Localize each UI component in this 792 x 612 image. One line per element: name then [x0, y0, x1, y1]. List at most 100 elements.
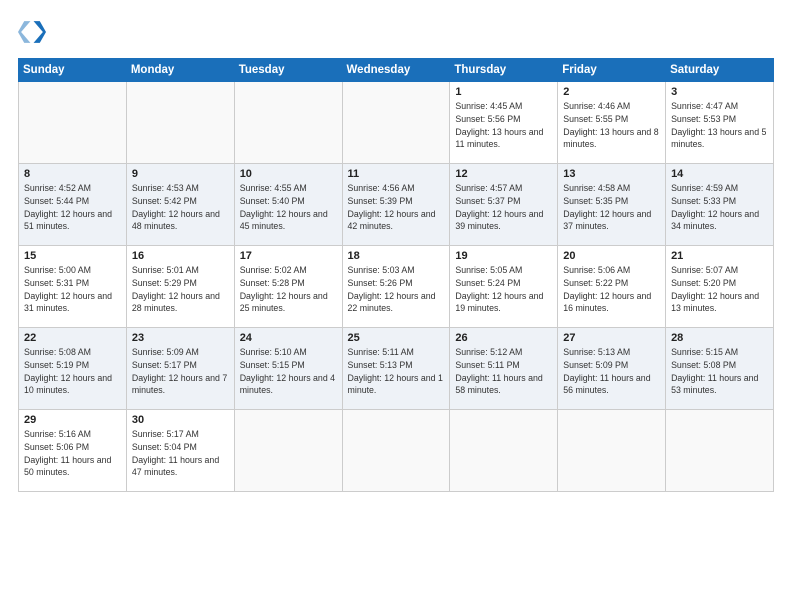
calendar-cell: 12Sunrise: 4:57 AMSunset: 5:37 PMDayligh… [450, 164, 558, 246]
day-info: Sunrise: 4:52 AMSunset: 5:44 PMDaylight:… [24, 182, 121, 233]
day-number: 11 [348, 168, 445, 180]
day-info: Sunrise: 5:10 AMSunset: 5:15 PMDaylight:… [240, 346, 337, 397]
day-info: Sunrise: 5:01 AMSunset: 5:29 PMDaylight:… [132, 264, 229, 315]
day-number: 2 [563, 86, 660, 98]
day-info: Sunrise: 5:07 AMSunset: 5:20 PMDaylight:… [671, 264, 768, 315]
day-info: Sunrise: 4:55 AMSunset: 5:40 PMDaylight:… [240, 182, 337, 233]
calendar-table: SundayMondayTuesdayWednesdayThursdayFrid… [18, 58, 774, 492]
day-number: 19 [455, 250, 552, 262]
calendar-cell: 17 Sunrise: 5:02 AMSunset: 5:28 PMDayligh… [234, 246, 342, 328]
calendar-day-header: Thursday [450, 59, 558, 82]
day-number: 17 [240, 250, 337, 262]
calendar-cell: 20 Sunrise: 5:06 AMSunset: 5:22 PMDayligh… [558, 246, 666, 328]
calendar-cell [558, 410, 666, 492]
calendar-week-row: 1 Sunrise: 4:45 AMSunset: 5:56 PMDaylight… [19, 82, 774, 164]
day-number: 29 [24, 414, 121, 426]
calendar-cell: 2 Sunrise: 4:46 AMSunset: 5:55 PMDaylight… [558, 82, 666, 164]
calendar-cell: 1 Sunrise: 4:45 AMSunset: 5:56 PMDaylight… [450, 82, 558, 164]
day-number: 13 [563, 168, 660, 180]
calendar-cell [126, 82, 234, 164]
calendar-week-row: 15 Sunrise: 5:00 AMSunset: 5:31 PMDayligh… [19, 246, 774, 328]
calendar-cell: 9 Sunrise: 4:53 AMSunset: 5:42 PMDaylight… [126, 164, 234, 246]
day-info: Sunrise: 5:06 AMSunset: 5:22 PMDaylight:… [563, 264, 660, 315]
day-number: 1 [455, 86, 552, 98]
day-number: 28 [671, 332, 768, 344]
calendar-cell [450, 410, 558, 492]
day-number: 20 [563, 250, 660, 262]
day-number: 8 [24, 168, 121, 180]
calendar-cell [234, 410, 342, 492]
calendar-cell [342, 82, 450, 164]
calendar-cell [342, 410, 450, 492]
calendar-cell: 10 Sunrise: 4:55 AMSunset: 5:40 PMDayligh… [234, 164, 342, 246]
day-info: Sunrise: 5:11 AMSunset: 5:13 PMDaylight:… [348, 346, 445, 397]
calendar-cell [666, 410, 774, 492]
day-number: 30 [132, 414, 229, 426]
calendar-cell: 28 Sunrise: 5:15 AMSunset: 5:08 PMDayligh… [666, 328, 774, 410]
day-info: Sunrise: 5:00 AMSunset: 5:31 PMDaylight:… [24, 264, 121, 315]
calendar-cell: 19 Sunrise: 5:05 AMSunset: 5:24 PMDayligh… [450, 246, 558, 328]
day-number: 9 [132, 168, 229, 180]
calendar-cell: 11 Sunrise: 4:56 AMSunset: 5:39 PMDayligh… [342, 164, 450, 246]
day-number: 24 [240, 332, 337, 344]
day-number: 21 [671, 250, 768, 262]
calendar-cell: 25 Sunrise: 5:11 AMSunset: 5:13 PMDayligh… [342, 328, 450, 410]
calendar-cell [234, 82, 342, 164]
day-info: Sunrise: 5:02 AMSunset: 5:28 PMDaylight:… [240, 264, 337, 315]
day-number: 14 [671, 168, 768, 180]
calendar-cell: 26 Sunrise: 5:12 AMSunset: 5:11 PMDayligh… [450, 328, 558, 410]
day-info: Sunrise: 5:05 AMSunset: 5:24 PMDaylight:… [455, 264, 552, 315]
day-number: 16 [132, 250, 229, 262]
calendar-cell: 27Sunrise: 5:13 AMSunset: 5:09 PMDayligh… [558, 328, 666, 410]
calendar-cell: 24 Sunrise: 5:10 AMSunset: 5:15 PMDayligh… [234, 328, 342, 410]
day-number: 10 [240, 168, 337, 180]
calendar-day-header: Saturday [666, 59, 774, 82]
day-info: Sunrise: 5:12 AMSunset: 5:11 PMDaylight:… [455, 346, 552, 397]
calendar-day-header: Friday [558, 59, 666, 82]
calendar-cell: 23 Sunrise: 5:09 AMSunset: 5:17 PMDayligh… [126, 328, 234, 410]
calendar-day-header: Monday [126, 59, 234, 82]
calendar-cell: 15 Sunrise: 5:00 AMSunset: 5:31 PMDayligh… [19, 246, 127, 328]
day-number: 15 [24, 250, 121, 262]
day-info: Sunrise: 4:58 AMSunset: 5:35 PMDaylight:… [563, 182, 660, 233]
calendar-day-header: Wednesday [342, 59, 450, 82]
day-info: Sunrise: 5:08 AMSunset: 5:19 PMDaylight:… [24, 346, 121, 397]
calendar-cell: 14Sunrise: 4:59 AMSunset: 5:33 PMDayligh… [666, 164, 774, 246]
day-number: 22 [24, 332, 121, 344]
calendar-cell: 18 Sunrise: 5:03 AMSunset: 5:26 PMDayligh… [342, 246, 450, 328]
day-number: 25 [348, 332, 445, 344]
day-number: 12 [455, 168, 552, 180]
day-info: Sunrise: 4:45 AMSunset: 5:56 PMDaylight:… [455, 100, 552, 151]
day-number: 27 [563, 332, 660, 344]
calendar-cell [19, 82, 127, 164]
calendar-cell: 13 Sunrise: 4:58 AMSunset: 5:35 PMDayligh… [558, 164, 666, 246]
calendar-day-header: Tuesday [234, 59, 342, 82]
day-number: 3 [671, 86, 768, 98]
calendar-day-header: Sunday [19, 59, 127, 82]
calendar-header-row: SundayMondayTuesdayWednesdayThursdayFrid… [19, 59, 774, 82]
calendar-week-row: 29 Sunrise: 5:16 AMSunset: 5:06 PMDayligh… [19, 410, 774, 492]
day-number: 26 [455, 332, 552, 344]
day-info: Sunrise: 5:16 AMSunset: 5:06 PMDaylight:… [24, 428, 121, 479]
day-info: Sunrise: 5:03 AMSunset: 5:26 PMDaylight:… [348, 264, 445, 315]
logo [18, 18, 50, 46]
calendar-cell: 16 Sunrise: 5:01 AMSunset: 5:29 PMDayligh… [126, 246, 234, 328]
header [18, 18, 774, 46]
page: SundayMondayTuesdayWednesdayThursdayFrid… [0, 0, 792, 612]
day-info: Sunrise: 4:46 AMSunset: 5:55 PMDaylight:… [563, 100, 660, 151]
day-info: Sunrise: 4:47 AMSunset: 5:53 PMDaylight:… [671, 100, 768, 151]
day-info: Sunrise: 5:09 AMSunset: 5:17 PMDaylight:… [132, 346, 229, 397]
day-info: Sunrise: 5:15 AMSunset: 5:08 PMDaylight:… [671, 346, 768, 397]
day-info: Sunrise: 5:17 AMSunset: 5:04 PMDaylight:… [132, 428, 229, 479]
day-number: 18 [348, 250, 445, 262]
calendar-cell: 22 Sunrise: 5:08 AMSunset: 5:19 PMDayligh… [19, 328, 127, 410]
day-info: Sunrise: 4:53 AMSunset: 5:42 PMDaylight:… [132, 182, 229, 233]
calendar-cell: 29 Sunrise: 5:16 AMSunset: 5:06 PMDayligh… [19, 410, 127, 492]
day-info: Sunrise: 4:56 AMSunset: 5:39 PMDaylight:… [348, 182, 445, 233]
calendar-cell: 21 Sunrise: 5:07 AMSunset: 5:20 PMDayligh… [666, 246, 774, 328]
calendar-cell: 3 Sunrise: 4:47 AMSunset: 5:53 PMDaylight… [666, 82, 774, 164]
day-number: 23 [132, 332, 229, 344]
logo-icon [18, 18, 46, 46]
calendar-week-row: 22 Sunrise: 5:08 AMSunset: 5:19 PMDayligh… [19, 328, 774, 410]
calendar-week-row: 8 Sunrise: 4:52 AMSunset: 5:44 PMDaylight… [19, 164, 774, 246]
